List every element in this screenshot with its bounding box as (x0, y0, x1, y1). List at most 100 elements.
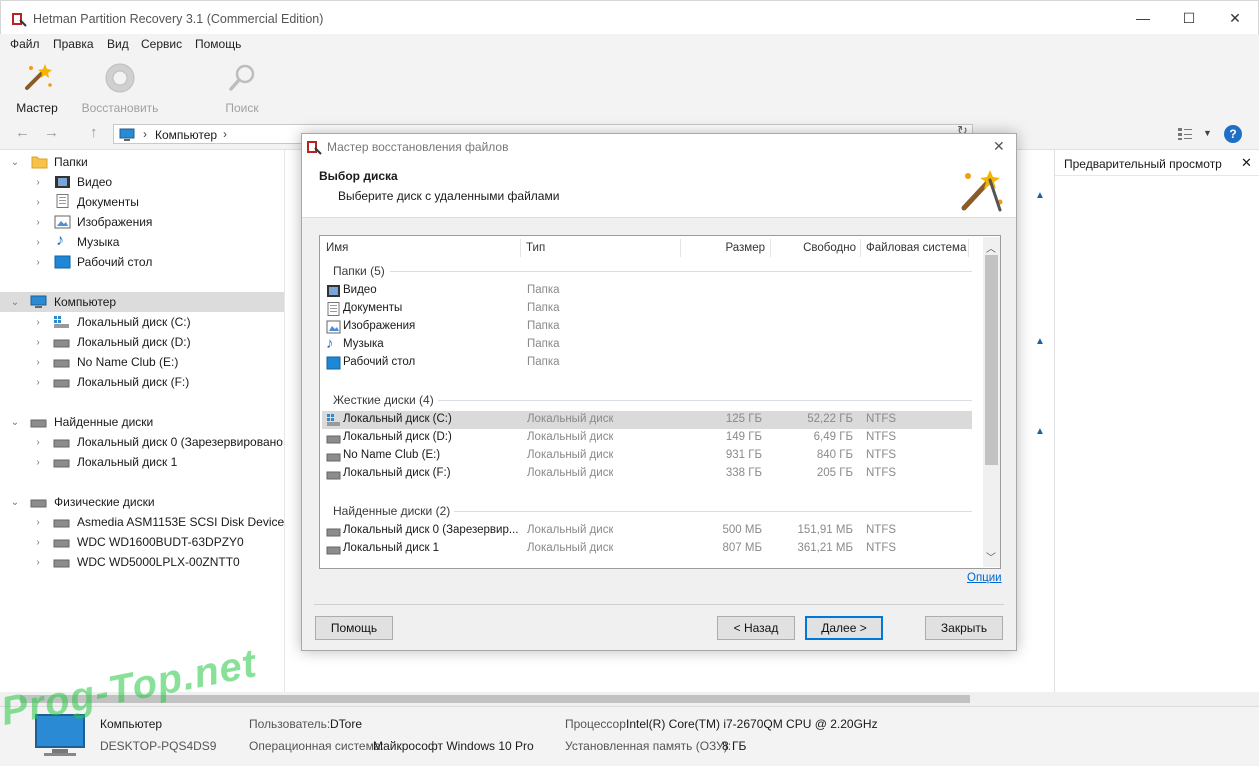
menu-view[interactable]: Вид (107, 37, 129, 51)
cell-filesystem: NTFS (866, 467, 897, 479)
close-dialog-button[interactable]: Закрыть (925, 616, 1003, 640)
chevron-down-icon[interactable]: ⌄ (9, 157, 21, 168)
back-arrow-icon[interactable]: ← (15, 124, 30, 141)
list-row-desktop[interactable]: Рабочий стол Папка (322, 354, 972, 372)
close-button[interactable]: ✕ (1212, 1, 1258, 35)
tree-item-found-0[interactable]: › Локальный диск 0 (Зарезервировано (0, 432, 284, 452)
scrollbar-thumb[interactable] (985, 255, 998, 465)
collapse-up-icon[interactable]: ▲ (1035, 190, 1045, 201)
column-name[interactable]: Имя (326, 236, 348, 260)
tree-item-label: Локальный диск (F:) (77, 375, 190, 389)
menu-help[interactable]: Помощь (195, 37, 241, 51)
tree-item-disk-e[interactable]: › No Name Club (E:) (0, 352, 284, 372)
chevron-right-icon[interactable]: › (32, 237, 44, 248)
list-row-disk-f[interactable]: Локальный диск (F:) Локальный диск 338 Г… (322, 465, 972, 483)
breadcrumb-computer[interactable]: Компьютер (155, 128, 217, 142)
chevron-right-icon[interactable]: › (32, 317, 44, 328)
search-button[interactable]: Поиск (216, 60, 268, 116)
chevron-right-icon[interactable]: › (32, 177, 44, 188)
list-row-found-0[interactable]: Локальный диск 0 (Зарезервир... Локальны… (322, 522, 972, 540)
tree-item-label: Локальный диск 0 (Зарезервировано (77, 435, 283, 449)
wizard-button[interactable]: Мастер (12, 60, 62, 116)
tree-group-folders[interactable]: ⌄ Папки (0, 152, 284, 172)
list-row-found-1[interactable]: Локальный диск 1 Локальный диск 807 МБ 3… (322, 540, 972, 558)
tree-item-found-1[interactable]: › Локальный диск 1 (0, 452, 284, 472)
options-link[interactable]: Опции (967, 572, 1002, 584)
menu-service[interactable]: Сервис (141, 37, 182, 51)
tree-group-found-disks[interactable]: ⌄ Найденные диски (0, 412, 284, 432)
tree-item-music[interactable]: › ♪ Музыка (0, 232, 284, 252)
preview-close-icon[interactable]: ✕ (1241, 155, 1252, 171)
view-mode-icon[interactable] (1177, 127, 1193, 141)
tree-group-computer[interactable]: ⌄ Компьютер (0, 292, 284, 312)
chevron-right-icon[interactable]: › (32, 517, 44, 528)
tree-group-physical-disks[interactable]: ⌄ Физические диски (0, 492, 284, 512)
chevron-right-icon[interactable]: › (32, 197, 44, 208)
list-row-video[interactable]: Видео Папка (322, 282, 972, 300)
hard-disk-icon (53, 539, 70, 548)
list-row-disk-e[interactable]: No Name Club (E:) Локальный диск 931 ГБ … (322, 447, 972, 465)
dialog-subheading: Выберите диск с удаленными файлами (338, 189, 560, 203)
tree-item-desktop[interactable]: › Рабочий стол (0, 252, 284, 272)
back-button[interactable]: < Назад (717, 616, 795, 640)
column-size[interactable]: Размер (680, 236, 765, 260)
tree-item-disk-f[interactable]: › Локальный диск (F:) (0, 372, 284, 392)
dialog-close-icon[interactable]: ✕ (993, 138, 1005, 155)
list-row-disk-c[interactable]: Локальный диск (C:) Локальный диск 125 Г… (322, 411, 972, 429)
column-filesystem[interactable]: Файловая система (866, 236, 966, 260)
chevron-right-icon[interactable]: › (32, 437, 44, 448)
help-icon[interactable]: ? (1224, 125, 1242, 143)
vertical-scrollbar[interactable]: ︿ ﹀ (983, 237, 1000, 567)
chevron-right-icon[interactable]: › (32, 457, 44, 468)
list-row-disk-d[interactable]: Локальный диск (D:) Локальный диск 149 Г… (322, 429, 972, 447)
chevron-down-icon[interactable]: ⌄ (9, 497, 21, 508)
hard-disk-icon (30, 499, 47, 508)
scroll-up-icon[interactable]: ︿ (986, 240, 996, 255)
forward-arrow-icon[interactable]: → (44, 124, 59, 141)
column-type[interactable]: Тип (526, 236, 545, 260)
view-dropdown-icon[interactable]: ▼ (1203, 128, 1212, 138)
search-label: Поиск (225, 101, 259, 115)
chevron-right-icon[interactable]: › (32, 357, 44, 368)
help-button[interactable]: Помощь (315, 616, 393, 640)
next-button[interactable]: Далее > (805, 616, 883, 640)
tree-item-physical-1[interactable]: › WDC WD1600BUDT-63DPZY0 (0, 532, 284, 552)
status-ram-label: Установленная память (ОЗУ): (565, 739, 732, 753)
chevron-right-icon[interactable]: › (32, 537, 44, 548)
scroll-down-icon[interactable]: ﹀ (986, 549, 996, 564)
chevron-down-icon[interactable]: ⌄ (9, 297, 21, 308)
restore-button[interactable]: Восстановить (80, 60, 160, 116)
minimize-button[interactable]: — (1120, 1, 1166, 35)
tree-item-video[interactable]: › Видео (0, 172, 284, 192)
menu-edit[interactable]: Правка (53, 37, 94, 51)
disk-list[interactable]: Имя Тип Размер Свободно Файловая система… (319, 235, 1001, 569)
chevron-right-icon[interactable]: › (32, 377, 44, 388)
tree-item-disk-c[interactable]: › Локальный диск (C:) (0, 312, 284, 332)
horizontal-scrollbar[interactable] (0, 692, 1259, 706)
chevron-right-icon[interactable]: › (32, 257, 44, 268)
scrollbar-thumb[interactable] (20, 695, 970, 703)
list-row-images[interactable]: Изображения Папка (322, 318, 972, 336)
tree-item-physical-0[interactable]: › Asmedia ASM1153E SCSI Disk Device (0, 512, 284, 532)
menu-file[interactable]: Файл (10, 37, 40, 51)
chevron-right-icon[interactable]: › (32, 337, 44, 348)
tree-item-documents[interactable]: › Документы (0, 192, 284, 212)
chevron-right-icon[interactable]: › (32, 557, 44, 568)
collapse-up-icon[interactable]: ▲ (1035, 426, 1045, 437)
column-free[interactable]: Свободно (770, 236, 856, 260)
up-arrow-icon[interactable]: ↑ (90, 124, 98, 141)
lifebuoy-icon (105, 63, 135, 93)
cell-name: Документы (343, 302, 403, 314)
tree-item-label: Изображения (77, 215, 153, 229)
tree-item-disk-d[interactable]: › Локальный диск (D:) (0, 332, 284, 352)
status-os-label: Операционная система: (249, 739, 384, 753)
collapse-up-icon[interactable]: ▲ (1035, 336, 1045, 347)
chevron-right-icon[interactable]: › (32, 217, 44, 228)
music-note-icon: ♪ (56, 232, 64, 249)
tree-item-physical-2[interactable]: › WDC WD5000LPLX-00ZNTT0 (0, 552, 284, 572)
maximize-button[interactable]: ☐ (1166, 1, 1212, 35)
list-row-music[interactable]: ♪ Музыка Папка (322, 335, 972, 354)
chevron-down-icon[interactable]: ⌄ (9, 417, 21, 428)
tree-item-images[interactable]: › Изображения (0, 212, 284, 232)
list-row-documents[interactable]: Документы Папка (322, 300, 972, 318)
